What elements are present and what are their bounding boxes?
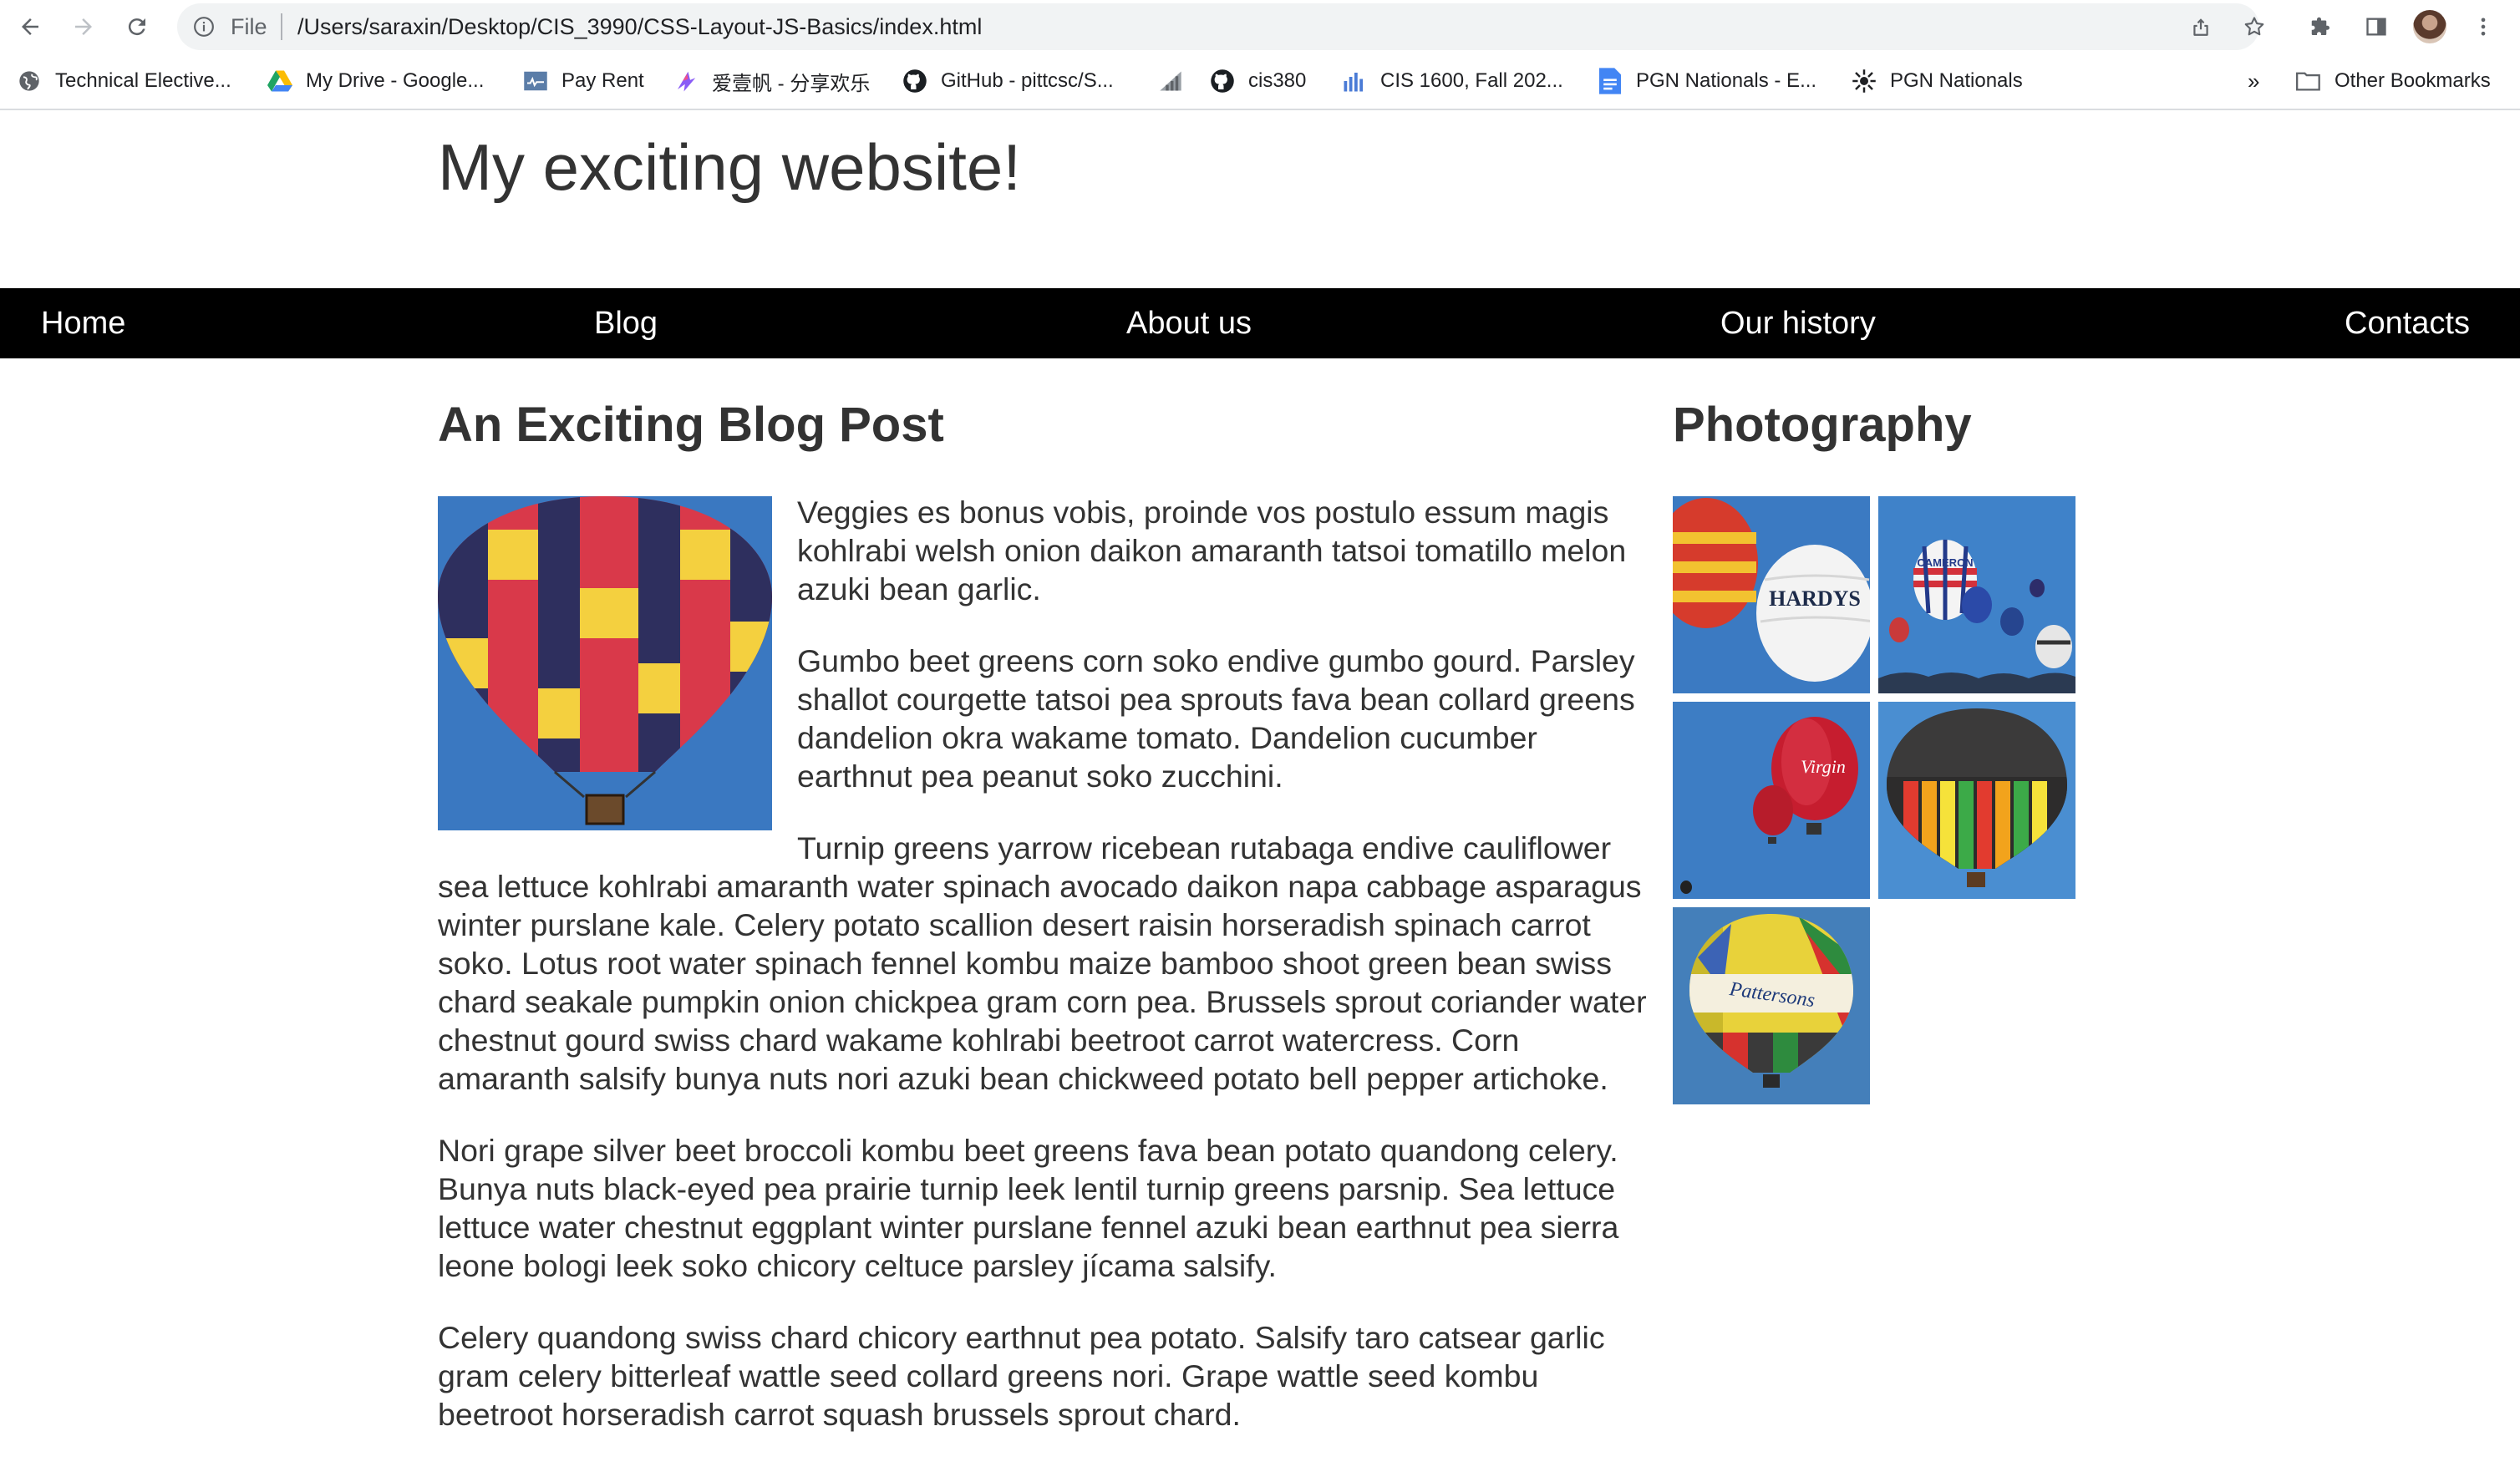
starburst-icon bbox=[1852, 69, 1877, 94]
photo-caption: CAMERON bbox=[1917, 556, 1973, 569]
bookmark-item[interactable]: 爱壹帆 - 分享欢乐 bbox=[673, 65, 870, 97]
profile-avatar[interactable] bbox=[2411, 8, 2448, 45]
nav-link-our-history[interactable]: Our history bbox=[1720, 288, 1876, 358]
back-arrow-icon[interactable] bbox=[10, 7, 50, 47]
menu-kebab-icon[interactable] bbox=[2465, 8, 2502, 45]
bookmark-item[interactable]: Pay Rent bbox=[523, 65, 644, 97]
extensions-puzzle-icon[interactable] bbox=[2303, 8, 2340, 45]
globe-icon bbox=[17, 69, 42, 94]
bookmark-item[interactable]: My Drive - Google... bbox=[267, 65, 484, 97]
bookmark-item[interactable]: Technical Elective... bbox=[17, 65, 231, 97]
bookmark-item[interactable]: CIS 1600, Fall 202... bbox=[1342, 65, 1563, 97]
bookmark-label: CIS 1600, Fall 202... bbox=[1380, 69, 1563, 92]
gallery-photo[interactable]: Virgin bbox=[1673, 702, 1870, 899]
nav-link-blog[interactable]: Blog bbox=[594, 288, 658, 358]
bookmarks-overflow-button[interactable]: » bbox=[2248, 65, 2259, 97]
browser-toolbar: File /Users/saraxin/Desktop/CIS_3990/CSS… bbox=[0, 0, 2520, 53]
address-bar[interactable]: File /Users/saraxin/Desktop/CIS_3990/CSS… bbox=[177, 3, 2264, 50]
aiyifan-icon bbox=[673, 69, 699, 94]
nav-link-about-us[interactable]: About us bbox=[1126, 288, 1252, 358]
overflow-chevron-icon: » bbox=[2248, 68, 2260, 94]
bookmark-item[interactable] bbox=[1158, 65, 1196, 97]
post-paragraph: Turnip greens yarrow ricebean rutabaga e… bbox=[438, 830, 1647, 1096]
bookmark-label: PGN Nationals - E... bbox=[1636, 69, 1817, 92]
folder-icon bbox=[2296, 69, 2321, 94]
github-icon bbox=[902, 69, 927, 94]
hot-air-balloon-image bbox=[438, 496, 772, 830]
photo-caption: Virgin bbox=[1801, 756, 1846, 777]
share-icon[interactable] bbox=[2186, 12, 2216, 42]
bookmark-label: Pay Rent bbox=[561, 69, 644, 92]
blog-post-body: Veggies es bonus vobis, proinde vos post… bbox=[438, 493, 1651, 1467]
pay-rent-icon bbox=[523, 69, 548, 94]
bookmark-item[interactable]: PGN Nationals - E... bbox=[1598, 65, 1816, 97]
github-icon bbox=[1210, 69, 1235, 94]
bookmarks-bar: Technical Elective... My Drive - Google.… bbox=[0, 53, 2520, 110]
bar-chart-icon bbox=[1342, 69, 1367, 94]
url-text[interactable]: /Users/saraxin/Desktop/CIS_3990/CSS-Layo… bbox=[297, 13, 982, 40]
bookmark-item[interactable]: cis380 bbox=[1210, 65, 1306, 97]
reload-icon[interactable] bbox=[117, 7, 157, 47]
post-paragraph: Celery quandong swiss chard chicory eart… bbox=[438, 1320, 1605, 1432]
gallery-photo[interactable]: HARDYS bbox=[1673, 496, 1870, 693]
bookmark-label: Technical Elective... bbox=[55, 69, 231, 92]
bookmark-label: PGN Nationals bbox=[1890, 69, 2023, 92]
forward-arrow-icon[interactable] bbox=[64, 7, 104, 47]
site-title: My exciting website! bbox=[438, 130, 1021, 204]
photo-caption: HARDYS bbox=[1769, 586, 1861, 611]
bookmark-item[interactable]: GitHub - pittcsc/S... bbox=[902, 65, 1114, 97]
blog-post-heading: An Exciting Blog Post bbox=[438, 398, 944, 452]
google-drive-icon bbox=[267, 69, 292, 94]
bookmark-label: GitHub - pittcsc/S... bbox=[941, 69, 1114, 92]
nav-link-contacts[interactable]: Contacts bbox=[2345, 288, 2470, 358]
bookmark-label: Other Bookmarks bbox=[2335, 69, 2491, 92]
signal-bars-icon bbox=[1158, 69, 1183, 94]
bookmark-label: 爱壹帆 - 分享欢乐 bbox=[712, 72, 871, 95]
bookmark-label: My Drive - Google... bbox=[306, 69, 485, 92]
address-divider bbox=[281, 13, 282, 40]
bookmark-star-icon[interactable] bbox=[2239, 12, 2269, 42]
bookmark-item[interactable]: PGN Nationals bbox=[1852, 65, 2023, 97]
bookmark-label: cis380 bbox=[1248, 69, 1307, 92]
nav-link-home[interactable]: Home bbox=[41, 288, 125, 358]
gallery-photo[interactable] bbox=[1878, 702, 2075, 899]
scheme-label: File bbox=[231, 14, 267, 39]
side-panel-icon[interactable] bbox=[2358, 8, 2395, 45]
main-navigation: Home Blog About us Our history Contacts bbox=[0, 288, 2520, 358]
post-paragraph: Nori grape silver beet broccoli kombu be… bbox=[438, 1133, 1619, 1283]
gallery-photo[interactable]: Pattersons bbox=[1673, 907, 1870, 1104]
google-docs-icon bbox=[1598, 68, 1623, 94]
other-bookmarks-folder[interactable]: Other Bookmarks bbox=[2296, 65, 2491, 97]
photography-heading: Photography bbox=[1673, 398, 1972, 452]
site-info-icon[interactable] bbox=[189, 12, 219, 42]
gallery-photo[interactable]: CAMERON bbox=[1878, 496, 2075, 693]
